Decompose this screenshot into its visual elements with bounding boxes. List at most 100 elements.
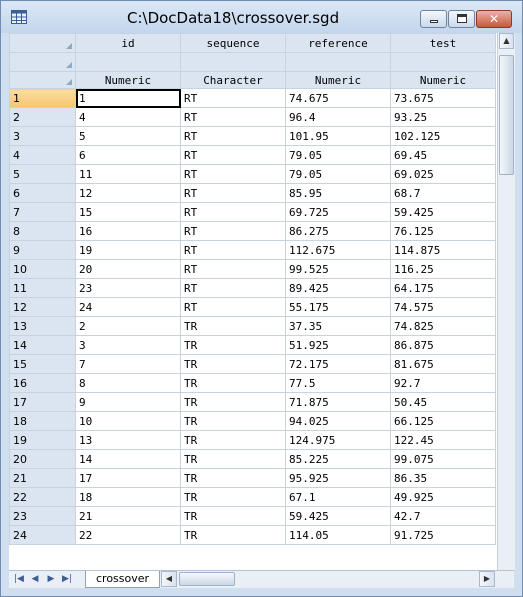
- column-type-test[interactable]: Numeric: [390, 71, 496, 89]
- cell-test[interactable]: 49.925: [390, 487, 496, 507]
- row-header[interactable]: 8: [9, 221, 76, 241]
- column-label-sequence[interactable]: [180, 52, 286, 72]
- cell-test[interactable]: 91.725: [390, 525, 496, 545]
- row-header[interactable]: 3: [9, 126, 76, 146]
- column-label-test[interactable]: [390, 52, 496, 72]
- cell-test[interactable]: 93.25: [390, 107, 496, 127]
- cell-test[interactable]: 86.35: [390, 468, 496, 488]
- horizontal-scroll-thumb[interactable]: [179, 572, 235, 586]
- cell-id[interactable]: 2: [75, 316, 181, 336]
- row-header[interactable]: 24: [9, 525, 76, 545]
- cell-reference[interactable]: 69.725: [285, 202, 391, 222]
- cell-sequence[interactable]: TR: [180, 411, 286, 431]
- cell-test[interactable]: 99.075: [390, 449, 496, 469]
- cell-reference[interactable]: 94.025: [285, 411, 391, 431]
- cell-id[interactable]: 17: [75, 468, 181, 488]
- cell-test[interactable]: 122.45: [390, 430, 496, 450]
- cell-reference[interactable]: 114.05: [285, 525, 391, 545]
- cell-reference[interactable]: 99.525: [285, 259, 391, 279]
- cell-id[interactable]: 8: [75, 373, 181, 393]
- cell-sequence[interactable]: RT: [180, 107, 286, 127]
- cell-reference[interactable]: 77.5: [285, 373, 391, 393]
- cell-test[interactable]: 50.45: [390, 392, 496, 412]
- cell-test[interactable]: 114.875: [390, 240, 496, 260]
- column-header-test[interactable]: test: [390, 33, 496, 53]
- cell-id[interactable]: 1: [75, 88, 181, 108]
- cell-reference[interactable]: 79.05: [285, 145, 391, 165]
- cell-sequence[interactable]: TR: [180, 468, 286, 488]
- row-header[interactable]: 21: [9, 468, 76, 488]
- column-label-reference[interactable]: [285, 52, 391, 72]
- cell-id[interactable]: 21: [75, 506, 181, 526]
- row-header[interactable]: 12: [9, 297, 76, 317]
- cell-id[interactable]: 11: [75, 164, 181, 184]
- close-button[interactable]: ✕: [476, 10, 512, 28]
- column-type-reference[interactable]: Numeric: [285, 71, 391, 89]
- cell-sequence[interactable]: TR: [180, 525, 286, 545]
- cell-reference[interactable]: 59.425: [285, 506, 391, 526]
- cell-reference[interactable]: 112.675: [285, 240, 391, 260]
- cell-test[interactable]: 74.575: [390, 297, 496, 317]
- cell-id[interactable]: 3: [75, 335, 181, 355]
- row-header[interactable]: 5: [9, 164, 76, 184]
- cell-reference[interactable]: 124.975: [285, 430, 391, 450]
- cell-id[interactable]: 13: [75, 430, 181, 450]
- row-header[interactable]: 22: [9, 487, 76, 507]
- row-header[interactable]: 4: [9, 145, 76, 165]
- row-header[interactable]: 6: [9, 183, 76, 203]
- cell-sequence[interactable]: TR: [180, 487, 286, 507]
- scroll-right-button[interactable]: ▶: [479, 571, 495, 587]
- scroll-up-button[interactable]: ▲: [499, 33, 514, 49]
- cell-sequence[interactable]: TR: [180, 392, 286, 412]
- cell-sequence[interactable]: TR: [180, 316, 286, 336]
- cell-sequence[interactable]: TR: [180, 430, 286, 450]
- cell-id[interactable]: 9: [75, 392, 181, 412]
- cell-sequence[interactable]: TR: [180, 335, 286, 355]
- vertical-scrollbar[interactable]: ▲: [497, 33, 515, 570]
- cell-test[interactable]: 92.7: [390, 373, 496, 393]
- next-sheet-icon[interactable]: ▶: [45, 573, 57, 585]
- vertical-scroll-thumb[interactable]: [499, 55, 514, 175]
- cell-test[interactable]: 66.125: [390, 411, 496, 431]
- row-header[interactable]: 10: [9, 259, 76, 279]
- row-header[interactable]: 18: [9, 411, 76, 431]
- cell-reference[interactable]: 86.275: [285, 221, 391, 241]
- cell-test[interactable]: 68.7: [390, 183, 496, 203]
- cell-id[interactable]: 5: [75, 126, 181, 146]
- cell-test[interactable]: 69.45: [390, 145, 496, 165]
- cell-test[interactable]: 64.175: [390, 278, 496, 298]
- cell-reference[interactable]: 89.425: [285, 278, 391, 298]
- minimize-button[interactable]: [420, 10, 447, 28]
- cell-id[interactable]: 19: [75, 240, 181, 260]
- cell-reference[interactable]: 95.925: [285, 468, 391, 488]
- row-header[interactable]: 11: [9, 278, 76, 298]
- row-header[interactable]: 17: [9, 392, 76, 412]
- cell-test[interactable]: 76.125: [390, 221, 496, 241]
- cell-reference[interactable]: 85.225: [285, 449, 391, 469]
- cell-sequence[interactable]: RT: [180, 221, 286, 241]
- cell-test[interactable]: 86.875: [390, 335, 496, 355]
- cell-id[interactable]: 22: [75, 525, 181, 545]
- row-header[interactable]: 9: [9, 240, 76, 260]
- cell-id[interactable]: 12: [75, 183, 181, 203]
- row-header[interactable]: 14: [9, 335, 76, 355]
- cell-test[interactable]: 59.425: [390, 202, 496, 222]
- column-header-id[interactable]: id: [75, 33, 181, 53]
- cell-reference[interactable]: 67.1: [285, 487, 391, 507]
- cell-test[interactable]: 116.25: [390, 259, 496, 279]
- cell-test[interactable]: 42.7: [390, 506, 496, 526]
- column-header-reference[interactable]: reference: [285, 33, 391, 53]
- row-header[interactable]: 19: [9, 430, 76, 450]
- cell-sequence[interactable]: RT: [180, 278, 286, 298]
- cell-id[interactable]: 14: [75, 449, 181, 469]
- row-header[interactable]: 2: [9, 107, 76, 127]
- cell-id[interactable]: 15: [75, 202, 181, 222]
- cell-test[interactable]: 74.825: [390, 316, 496, 336]
- column-type-sequence[interactable]: Character: [180, 71, 286, 89]
- cell-id[interactable]: 6: [75, 145, 181, 165]
- cell-reference[interactable]: 51.925: [285, 335, 391, 355]
- cell-sequence[interactable]: RT: [180, 145, 286, 165]
- row-header[interactable]: 15: [9, 354, 76, 374]
- row-header[interactable]: 1: [9, 88, 76, 108]
- row-header[interactable]: 13: [9, 316, 76, 336]
